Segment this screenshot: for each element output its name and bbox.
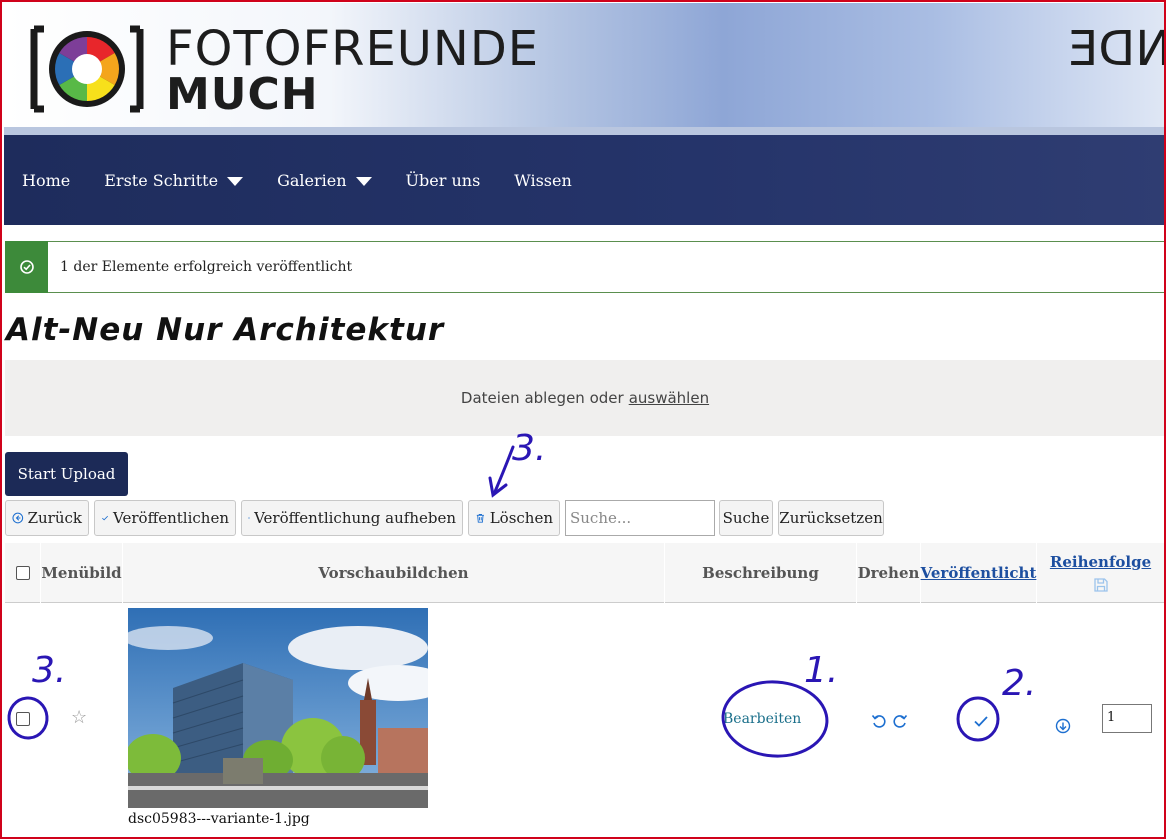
rotate-left-icon[interactable] [871,713,887,729]
page-title: Alt-Neu Nur Architektur [6,312,445,348]
sort-order-link[interactable]: Reihenfolge [1050,553,1151,571]
rotate-right-icon[interactable] [892,713,908,729]
publish-label: Veröffentlichen [113,509,229,527]
nav-item-galerien[interactable]: Galerien [277,170,372,190]
logo-aperture-icon [30,25,144,113]
order-input[interactable]: 1 [1102,704,1152,733]
main-navigation: Home Erste Schritte Galerien Über uns Wi… [4,135,1164,225]
check-circle-icon [19,259,34,274]
annotation-3-top: 3. [512,428,547,469]
header-published-cell: Veröffentlicht [921,543,1037,603]
x-circle-icon [248,517,250,519]
table-row: ☆ dsc05983---variante-1.jpg Bearbeiten 1 [5,603,1165,835]
sort-published-link[interactable]: Veröffentlicht [921,564,1037,582]
check-icon [102,515,108,521]
annotation-1: 1. [804,650,839,691]
delete-label: Löschen [489,509,553,527]
nav-item-ueber-uns[interactable]: Über uns [406,171,481,190]
select-all-checkbox[interactable] [15,566,30,580]
publish-button[interactable]: Veröffentlichen [94,500,236,536]
nav-label: Galerien [277,170,347,190]
thumbnail-image[interactable] [128,608,428,808]
search-label: Suche [722,509,770,527]
row-select-checkbox[interactable] [16,712,30,726]
reset-button[interactable]: Zurücksetzen [778,500,884,536]
back-label: Zurück [27,509,82,527]
annotation-2: 2. [1002,663,1037,704]
nav-item-home[interactable]: Home [22,171,70,190]
alert-status-bar [5,240,48,293]
edit-link[interactable]: Bearbeiten [723,711,801,727]
file-dropzone[interactable]: Dateien ablegen oder auswählen [5,360,1165,436]
banner-stripe [4,127,1164,135]
arrow-left-circle-icon [12,512,24,524]
select-files-link[interactable]: auswählen [629,389,709,407]
trash-icon [476,513,484,523]
logo-mirror-text: NDE [1068,21,1164,77]
search-placeholder: Suche... [570,509,632,527]
search-button[interactable]: Suche [719,500,773,536]
nav-label: Home [22,170,71,190]
nav-label: Über uns [405,170,481,190]
success-alert: 1 der Elemente erfolgreich veröffentlich… [5,240,1165,293]
unpublish-label: Veröffentlichung aufheben [254,509,456,527]
published-check-icon[interactable] [972,713,990,729]
nav-label: Wissen [514,170,572,190]
dropzone-text: Dateien ablegen oder [460,389,624,407]
nav-item-erste-schritte[interactable]: Erste Schritte [104,170,244,190]
move-down-icon[interactable] [1055,718,1071,734]
header-rotate: Drehen [857,543,921,603]
table-header: Menübild Vorschaubildchen Beschreibung D… [5,543,1165,603]
header-thumbnail: Vorschaubildchen [123,543,665,603]
nav-item-wissen[interactable]: Wissen [514,171,571,190]
thumbnail-filename: dsc05983---variante-1.jpg [128,811,310,827]
logo-text-bottom: MUCH [166,69,319,120]
header-order-cell: Reihenfolge [1037,543,1165,603]
star-icon[interactable]: ☆ [71,709,87,727]
header-menu-image: Menübild [41,543,123,603]
search-input[interactable]: Suche... [565,500,715,536]
header-description: Beschreibung [665,543,857,603]
alert-message: 1 der Elemente erfolgreich veröffentlich… [60,259,353,275]
reset-label: Zurücksetzen [779,509,883,527]
toolbar: Zurück Veröffentlichen Veröffentlichung … [5,500,889,536]
back-button[interactable]: Zurück [5,500,89,536]
start-upload-button[interactable]: Start Upload [5,452,128,496]
unpublish-button[interactable]: Veröffentlichung aufheben [241,500,463,536]
caret-down-icon [355,176,372,186]
delete-button[interactable]: Löschen [468,500,560,536]
annotation-3-row: 3. [32,650,67,691]
save-icon[interactable] [1093,577,1109,593]
header-banner: FOTOFREUNDE MUCH NDE [4,3,1164,135]
nav-label: Erste Schritte [104,170,219,190]
select-all-cell [5,543,41,603]
caret-down-icon [227,176,244,186]
